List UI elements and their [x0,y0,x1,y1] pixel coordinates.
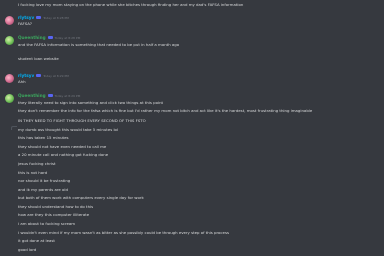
message-text: they should understand how to do this [18,204,94,209]
message-text: and the FAFSA information is something t… [18,42,180,47]
message-text: Ahh [18,79,26,84]
message-header: rlytsyv Today at 8:29 PM [18,73,69,78]
message-text: i am about to fucking scream [18,221,76,226]
user-avatar[interactable] [5,36,14,45]
author-name[interactable]: rlytsyv [18,73,34,78]
author-name[interactable]: rlytsyv [18,15,34,20]
message-text: a 20 minute call and nothing got fucking… [18,152,109,157]
author-name[interactable]: Queenthing [18,35,46,40]
reply-indicator-icon [11,126,17,130]
message-text: jesus fucking christ [18,161,56,166]
message-text: they literally need to sign into somethi… [18,100,164,105]
message-text: but both of them work with computers eve… [18,195,144,200]
message-text: FAFSA? [18,21,32,26]
message-text: good lord [18,247,37,252]
role-badge-icon [36,74,42,77]
message-text: it got done at least [18,238,55,243]
message-header: Queenthing Today at 8:28 PM [18,35,80,40]
message-text: this has taken 15 minutes [18,135,69,140]
role-badge-icon [47,94,53,97]
timestamp: Today at 8:29 PM [54,93,81,98]
role-badge-icon [47,36,53,39]
user-avatar[interactable] [5,16,14,25]
message-text: I fucking love my mom staying on the pho… [18,2,244,7]
message-text: they should not have even needed to call… [18,144,107,149]
message-header: rlytsyv Today at 8:28 PM [18,15,69,20]
message-text: IN THEY NEED TO FIGHT THROUGH EVERY SECO… [18,118,146,123]
message-header: Queenthing Today at 8:29 PM [18,93,80,98]
message-text: i wouldn't even mind if my mom wasn't as… [18,230,230,235]
user-avatar[interactable] [5,94,14,103]
message-text: and ik my parents are old [18,187,68,192]
author-name[interactable]: Queenthing [18,93,46,98]
message-text: this is not hard [18,170,48,175]
role-badge-icon [36,16,42,19]
timestamp: Today at 8:28 PM [54,35,81,40]
chat-message-list: I fucking love my mom staying on the pho… [0,0,384,256]
message-text: student loan website [18,56,59,61]
message-text: nor should it be frustrating [18,178,71,183]
message-text: they don't remember the info for the faf… [18,108,313,113]
message-text: my dumb ass thought this would take 5 mi… [18,127,119,132]
timestamp: Today at 8:28 PM [43,15,69,20]
user-avatar[interactable] [5,74,14,83]
timestamp: Today at 8:29 PM [43,73,69,78]
message-text: how are they this computer illiterate [18,212,90,217]
